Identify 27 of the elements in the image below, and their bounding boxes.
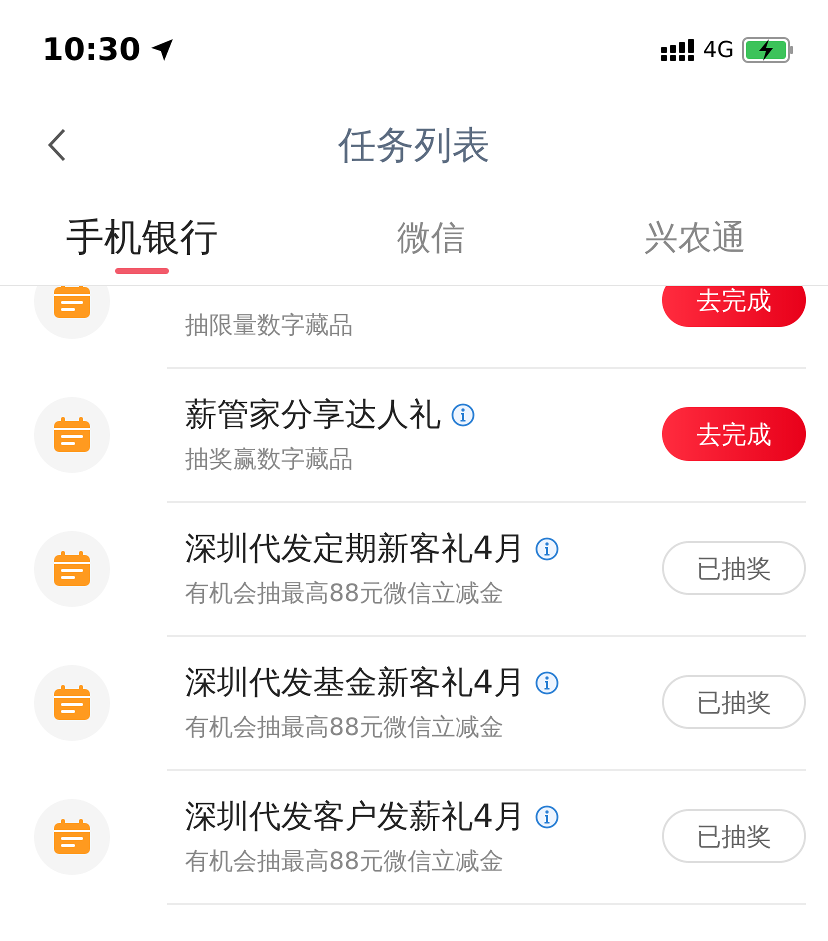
info-icon[interactable] bbox=[451, 403, 475, 427]
location-arrow-icon bbox=[148, 37, 175, 63]
network-type: 4G bbox=[702, 38, 734, 62]
tab[interactable]: 手机银行 bbox=[66, 190, 218, 285]
task-description: 有机会抽最高88元微信立减金 bbox=[185, 846, 505, 877]
task-title: 深圳代发定期新客礼4月 bbox=[185, 528, 526, 569]
signal-icon bbox=[660, 39, 695, 61]
task-description: 有机会抽最高88元微信立减金 bbox=[185, 712, 505, 743]
info-icon[interactable] bbox=[535, 805, 560, 829]
info-icon[interactable] bbox=[535, 537, 560, 561]
tab[interactable]: 兴农通 bbox=[644, 190, 746, 285]
task-description: 抽限量数字藏品 bbox=[185, 310, 354, 341]
complete-task-button[interactable]: 去完成 bbox=[662, 407, 806, 461]
complete-task-button[interactable]: 去完成 bbox=[662, 286, 806, 327]
battery-charging-icon bbox=[742, 37, 794, 63]
tab[interactable]: 微信 bbox=[397, 190, 465, 285]
clock-time: 10:30 bbox=[42, 32, 141, 68]
drawn-status-button[interactable]: 已抽奖 bbox=[662, 541, 806, 595]
drawn-status-button[interactable]: 已抽奖 bbox=[662, 675, 806, 729]
page-title: 任务列表 bbox=[338, 122, 490, 168]
task-description: 抽奖赢数字藏品 bbox=[185, 444, 354, 475]
task-title: 深圳代发客户发薪礼4月 bbox=[185, 796, 526, 837]
task-description: 有机会抽最高88元微信立减金 bbox=[185, 578, 505, 609]
drawn-status-button[interactable]: 已抽奖 bbox=[662, 809, 806, 863]
task-title: 深圳代发基金新客礼4月 bbox=[185, 662, 526, 703]
info-icon[interactable] bbox=[535, 671, 560, 695]
task-title: 薪管家分享达人礼 bbox=[185, 394, 441, 435]
